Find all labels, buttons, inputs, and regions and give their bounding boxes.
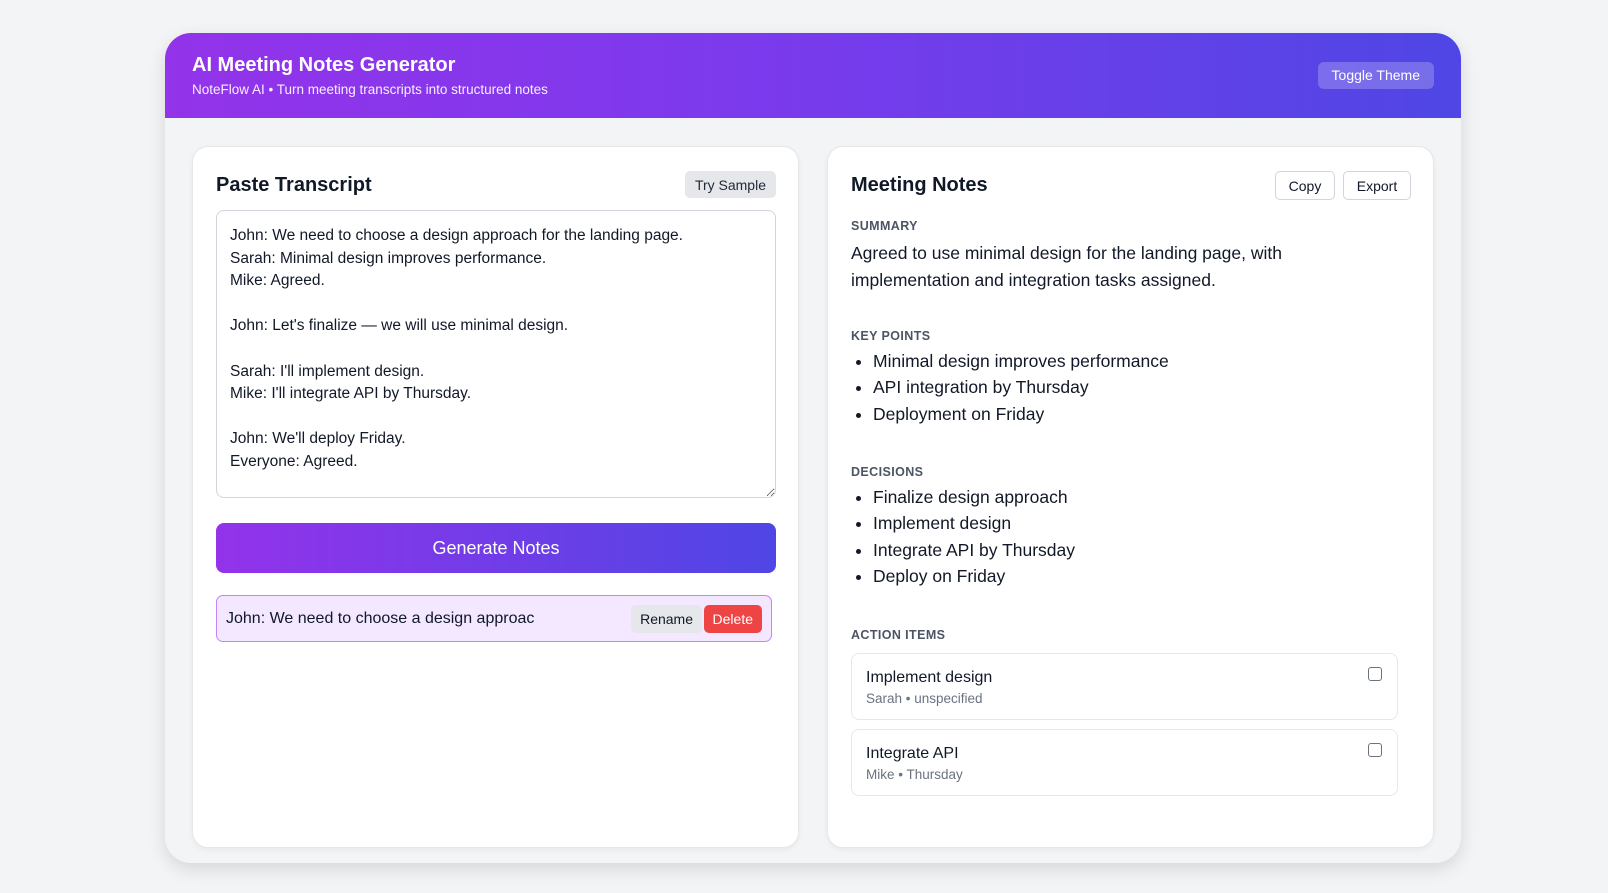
decisions-list: Finalize design approach Implement desig… — [851, 484, 1075, 590]
action-item-meta: Sarah • unspecified — [866, 691, 983, 706]
action-item-title: Integrate API — [866, 745, 959, 762]
action-item-checkbox[interactable] — [1368, 743, 1382, 757]
notes-panel-title: Meeting Notes — [851, 174, 988, 196]
key-points-label: KEY POINTS — [851, 329, 931, 343]
app-header: AI Meeting Notes Generator NoteFlow AI •… — [165, 33, 1461, 118]
decision-item: Implement design — [873, 510, 1075, 536]
key-point-item: Minimal design improves performance — [873, 348, 1169, 374]
key-point-item: Deployment on Friday — [873, 401, 1169, 427]
app-card: AI Meeting Notes Generator NoteFlow AI •… — [165, 33, 1461, 863]
action-item-title: Implement design — [866, 669, 993, 686]
summary-text: Agreed to use minimal design for the lan… — [851, 243, 1282, 290]
app-title: AI Meeting Notes Generator — [192, 54, 456, 76]
decision-item: Deploy on Friday — [873, 563, 1075, 589]
decision-item: Integrate API by Thursday — [873, 537, 1075, 563]
key-point-item: API integration by Thursday — [873, 374, 1169, 400]
app-subtitle: NoteFlow AI • Turn meeting transcripts i… — [192, 82, 548, 97]
action-item: Implement design Sarah • unspecified — [851, 653, 1398, 720]
toggle-theme-button[interactable]: Toggle Theme — [1317, 62, 1434, 89]
saved-note-item[interactable]: John: We need to choose a design approac… — [216, 595, 772, 642]
action-item: Integrate API Mike • Thursday — [851, 729, 1398, 796]
export-button[interactable]: Export — [1343, 171, 1411, 200]
try-sample-button[interactable]: Try Sample — [684, 171, 776, 198]
action-item-checkbox[interactable] — [1368, 667, 1382, 681]
transcript-input[interactable] — [216, 210, 776, 498]
delete-button[interactable]: Delete — [703, 605, 762, 633]
saved-note-label: John: We need to choose a design approac — [226, 610, 535, 627]
transcript-panel: Paste Transcript Try Sample Generate Not… — [192, 146, 799, 848]
copy-button[interactable]: Copy — [1275, 171, 1335, 200]
action-items-label: ACTION ITEMS — [851, 628, 946, 642]
decisions-label: DECISIONS — [851, 465, 924, 479]
generate-notes-button[interactable]: Generate Notes — [216, 523, 776, 573]
action-item-meta: Mike • Thursday — [866, 767, 963, 782]
transcript-panel-title: Paste Transcript — [216, 174, 372, 196]
decision-item: Finalize design approach — [873, 484, 1075, 510]
rename-button[interactable]: Rename — [631, 605, 702, 633]
summary-label: SUMMARY — [851, 219, 918, 233]
notes-panel: Meeting Notes Copy Export SUMMARY Agreed… — [827, 146, 1434, 848]
key-points-list: Minimal design improves performance API … — [851, 348, 1169, 427]
